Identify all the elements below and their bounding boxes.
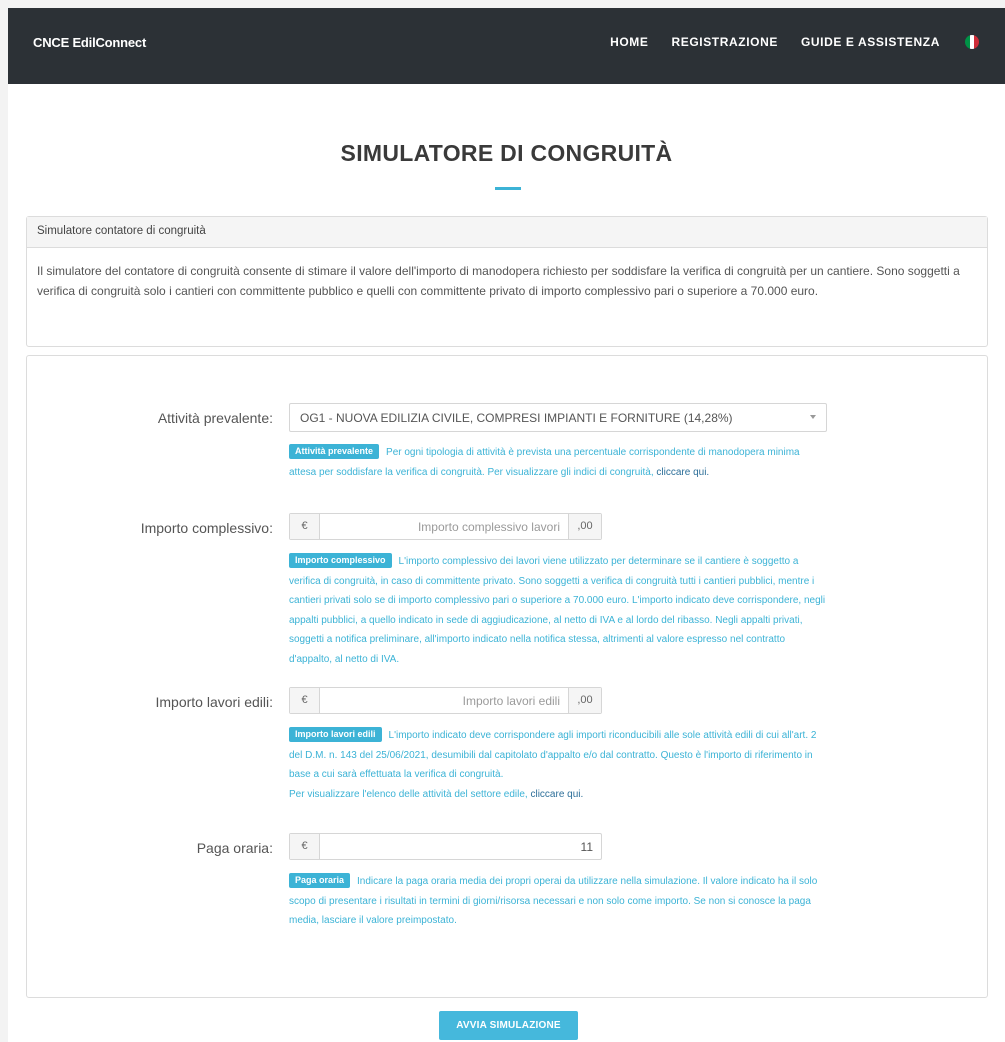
page-title: SIMULATORE DI CONGRUITÀ	[340, 140, 673, 166]
euro-prefix: €	[290, 514, 320, 539]
nav-link-guide-assistenza[interactable]: GUIDE E ASSISTENZA	[801, 35, 940, 49]
flag-stripe-red	[974, 35, 979, 49]
indici-congruita-link[interactable]: cliccare qui.	[656, 467, 709, 478]
importo-complessivo-group: € ,00	[289, 513, 602, 540]
cents-suffix: ,00	[568, 688, 601, 713]
nav-link-registrazione[interactable]: REGISTRAZIONE	[671, 35, 777, 49]
paga-oraria-help: Paga oraria Indicare la paga oraria media…	[289, 872, 829, 931]
cents-suffix: ,00	[568, 514, 601, 539]
importo-lavori-edili-input[interactable]	[320, 688, 568, 713]
nav-link-home[interactable]: HOME	[610, 35, 648, 49]
attivita-selected-value: OG1 - NUOVA EDILIZIA CIVILE, COMPRESI IM…	[300, 411, 733, 425]
importo-complessivo-label: Importo complessivo:	[140, 520, 273, 536]
importo-complessivo-input[interactable]	[320, 514, 568, 539]
paga-oraria-help-text: Indicare la paga oraria media dei propri…	[289, 876, 818, 926]
info-panel: Simulatore contatore di congruità Il sim…	[26, 216, 988, 347]
attivita-select[interactable]: OG1 - NUOVA EDILIZIA CIVILE, COMPRESI IM…	[289, 403, 827, 432]
importo-lavori-edili-group: € ,00	[289, 687, 602, 714]
title-underline	[495, 187, 521, 190]
paga-oraria-label: Paga oraria:	[196, 840, 273, 856]
paga-oraria-group: €	[289, 833, 602, 860]
attivita-settore-edile-link[interactable]: cliccare qui.	[530, 789, 583, 800]
nav-links: HOME REGISTRAZIONE GUIDE E ASSISTENZA	[587, 35, 979, 49]
importo-lavori-edili-help: Importo lavori edili L'importo indicato d…	[289, 726, 829, 804]
euro-prefix: €	[290, 834, 320, 859]
importo-lavori-edili-label: Importo lavori edili:	[155, 694, 274, 710]
euro-prefix: €	[290, 688, 320, 713]
attivita-badge: Attività prevalente	[289, 444, 380, 459]
chevron-down-icon	[810, 415, 816, 419]
attivita-edili-help-text: Per visualizzare l'elenco delle attività…	[289, 788, 531, 800]
paga-oraria-input[interactable]	[320, 834, 601, 859]
simulator-form: Attività prevalente: OG1 - NUOVA EDILIZI…	[26, 355, 988, 998]
importo-complessivo-badge: Importo complessivo	[289, 553, 392, 568]
attivita-help: Attività prevalente Per ogni tipologia di…	[289, 443, 829, 482]
info-panel-body: Il simulatore del contatore di congruità…	[37, 264, 960, 298]
importo-complessivo-help: Importo complessivo L'importo complessivo…	[289, 552, 829, 669]
info-panel-heading: Simulatore contatore di congruità	[27, 217, 987, 248]
page: CNCE EdilConnect HOME REGISTRAZIONE GUID…	[0, 0, 1005, 1042]
importo-lavori-edili-badge: Importo lavori edili	[289, 727, 382, 742]
importo-complessivo-help-text: L'importo complessivo dei lavori viene u…	[289, 556, 826, 665]
attivita-label: Attività prevalente:	[157, 410, 273, 426]
avvia-simulazione-button[interactable]: AVVIA SIMULAZIONE	[439, 1011, 578, 1040]
page-canvas: CNCE EdilConnect HOME REGISTRAZIONE GUID…	[8, 8, 1005, 1042]
paga-oraria-badge: Paga oraria	[289, 873, 351, 888]
brand-logo-text[interactable]: CNCE EdilConnect	[33, 35, 146, 50]
top-navbar: CNCE EdilConnect HOME REGISTRAZIONE GUID…	[8, 8, 1005, 84]
italy-flag-icon[interactable]	[965, 35, 979, 49]
